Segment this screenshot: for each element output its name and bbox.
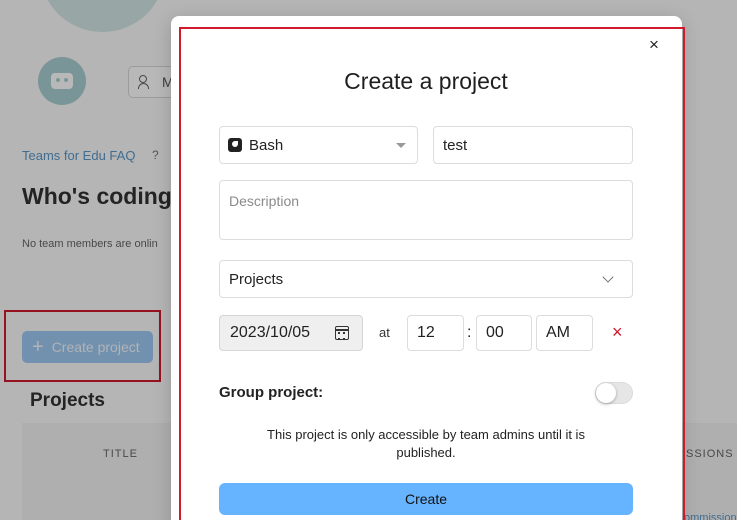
modal-title: Create a project: [344, 68, 508, 94]
at-label: at: [379, 325, 390, 340]
minute-input[interactable]: 00: [476, 315, 532, 351]
group-project-label: Group project:: [219, 384, 324, 401]
language-select[interactable]: Bash: [219, 126, 418, 164]
create-button[interactable]: Create: [219, 483, 633, 515]
time-separator: :: [467, 324, 472, 341]
language-selected-label: Bash: [249, 136, 284, 154]
folder-select[interactable]: Projects: [219, 260, 633, 298]
close-icon[interactable]: ×: [646, 35, 662, 54]
hour-input[interactable]: 12: [407, 315, 464, 351]
bash-icon: [228, 138, 242, 152]
project-name-input[interactable]: test: [433, 126, 633, 164]
description-input[interactable]: Description: [219, 180, 633, 240]
caret-down-icon: [396, 143, 406, 148]
chevron-down-icon: [602, 271, 614, 283]
ampm-select[interactable]: AM: [536, 315, 593, 351]
calendar-icon[interactable]: [335, 326, 349, 340]
date-input[interactable]: 2023/10/05: [219, 315, 363, 351]
clear-datetime-button[interactable]: ×: [612, 322, 623, 343]
date-value: 2023/10/05: [230, 324, 311, 341]
toggle-knob: [596, 383, 616, 403]
group-project-toggle[interactable]: [595, 382, 633, 404]
folder-selected-label: Projects: [229, 270, 284, 288]
access-notice: This project is only accessible by team …: [267, 427, 585, 460]
